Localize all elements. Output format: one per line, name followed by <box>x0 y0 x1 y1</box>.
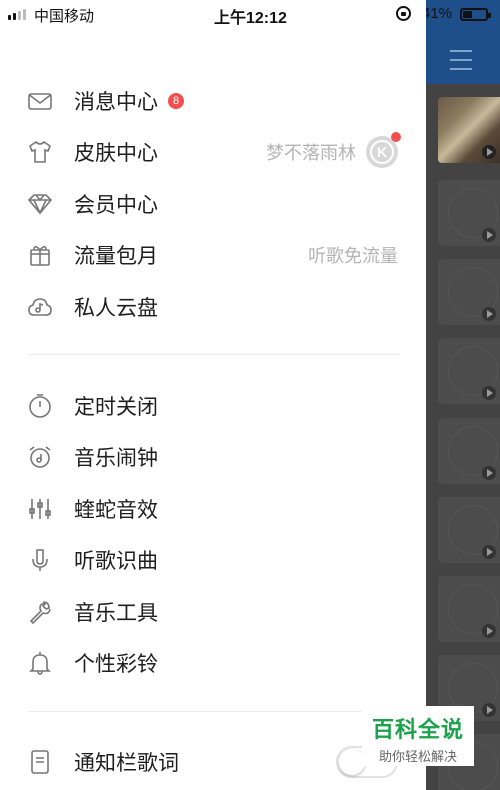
menu-item-label: 消息中心 <box>74 91 158 114</box>
tshirt-icon <box>26 138 54 166</box>
mic-icon <box>26 546 54 574</box>
menu-item-label: 蝰蛇音效 <box>74 499 158 522</box>
menu-item-skin-center[interactable]: 皮肤中心 梦不落雨林 K <box>0 127 426 177</box>
menu-item-message-center[interactable]: 消息中心 8 <box>0 76 426 126</box>
gift-icon <box>26 241 54 269</box>
status-bar: 中国移动 上午12:12 <box>0 0 426 28</box>
unread-badge: 8 <box>168 93 184 109</box>
battery-percent: 41% <box>426 5 453 22</box>
rotation-lock-icon <box>396 6 411 21</box>
menu-item-label: 通知栏歌词 <box>74 752 179 775</box>
song-thumbnail[interactable] <box>438 576 500 642</box>
play-icon[interactable] <box>482 307 496 321</box>
play-icon[interactable] <box>482 386 496 400</box>
new-dot <box>391 132 401 142</box>
menu-item-label: 听歌识曲 <box>74 550 158 573</box>
background-header: 41% <box>426 0 500 84</box>
play-icon[interactable] <box>482 703 496 717</box>
menu-item-label: 皮肤中心 <box>74 142 158 165</box>
watermark-logo: 百科全说 助你轻松解决 <box>362 706 474 766</box>
song-thumbnail[interactable] <box>438 97 500 163</box>
song-thumbnail[interactable] <box>438 497 500 563</box>
menu-item-music-tools[interactable]: 音乐工具 <box>0 587 426 637</box>
document-icon <box>26 748 54 776</box>
play-icon[interactable] <box>482 145 496 159</box>
signal-icon <box>8 9 26 20</box>
menu-item-cloud-drive[interactable]: 私人云盘 <box>0 282 426 332</box>
envelope-icon <box>26 87 54 115</box>
equalizer-icon <box>26 495 54 523</box>
section-divider <box>28 354 400 355</box>
background-content-pane[interactable]: 41% <box>426 0 500 790</box>
song-thumbnail[interactable] <box>438 259 500 325</box>
bell-icon <box>26 649 54 677</box>
menu-item-label: 个性彩铃 <box>74 653 158 676</box>
wrench-icon <box>26 598 54 626</box>
data-plan-hint: 听歌免流量 <box>308 246 398 266</box>
status-time: 上午12:12 <box>214 10 287 27</box>
song-thumbnail[interactable] <box>438 180 500 246</box>
cloud-music-icon <box>26 293 54 321</box>
skin-logo-letter: K <box>370 140 394 164</box>
menu-item-label: 会员中心 <box>74 194 158 217</box>
watermark-subtitle: 助你轻松解决 <box>378 749 457 764</box>
alarm-clock-icon <box>26 443 54 471</box>
song-thumbnail[interactable] <box>438 338 500 404</box>
battery-icon <box>460 8 491 21</box>
diamond-icon <box>26 190 54 218</box>
menu-item-data-plan[interactable]: 流量包月 听歌免流量 <box>0 230 426 280</box>
song-thumbnail[interactable] <box>438 418 500 484</box>
menu-item-viper-effects[interactable]: 蝰蛇音效 <box>0 484 426 534</box>
section-divider <box>28 711 400 712</box>
menu-item-label: 音乐工具 <box>74 602 158 625</box>
play-icon[interactable] <box>482 228 496 242</box>
side-drawer: 中国移动 上午12:12 消息中心 8 皮肤中心 梦不落雨林 K 会员中心 流量… <box>0 0 426 790</box>
menu-item-label: 音乐闹钟 <box>74 447 158 470</box>
timer-icon <box>26 392 54 420</box>
menu-item-ringtone[interactable]: 个性彩铃 <box>0 638 426 688</box>
watermark-title: 百科全说 <box>371 717 464 742</box>
carrier-name: 中国移动 <box>34 8 95 25</box>
menu-item-label: 私人云盘 <box>74 297 158 320</box>
menu-item-label: 流量包月 <box>74 245 158 268</box>
skin-logo: K <box>366 132 401 168</box>
menu-item-label: 定时关闭 <box>74 396 158 419</box>
menu-item-music-alarm[interactable]: 音乐闹钟 <box>0 432 426 482</box>
play-icon[interactable] <box>482 466 496 480</box>
menu-item-sleep-timer[interactable]: 定时关闭 <box>0 381 426 431</box>
hamburger-menu-icon[interactable] <box>450 50 472 77</box>
current-skin-name: 梦不落雨林 <box>266 143 356 163</box>
menu-item-song-recognition[interactable]: 听歌识曲 <box>0 535 426 585</box>
menu-item-vip-center[interactable]: 会员中心 <box>0 179 426 229</box>
play-icon[interactable] <box>482 624 496 638</box>
play-icon[interactable] <box>482 545 496 559</box>
